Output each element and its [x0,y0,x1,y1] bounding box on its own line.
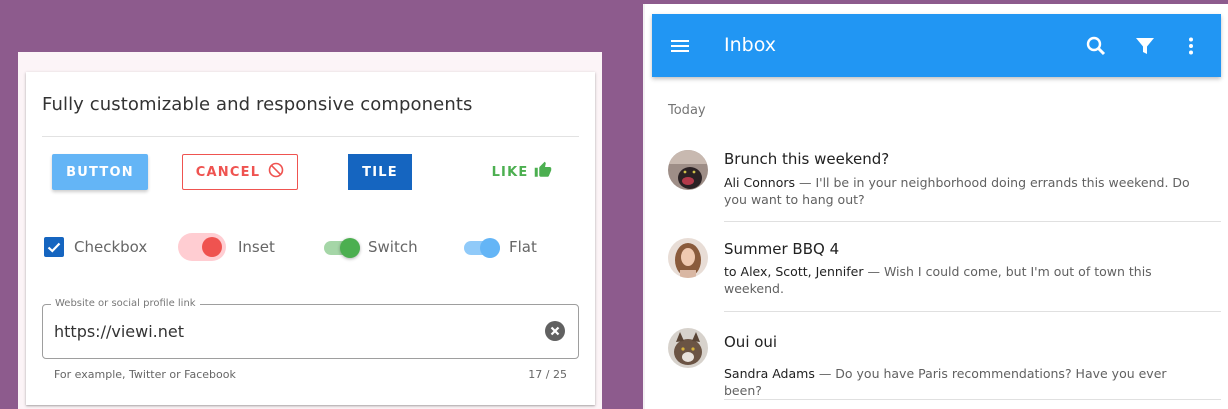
card-divider [42,136,579,137]
field-hint: For example, Twitter or Facebook [54,368,236,381]
message-sender: to Alex, Scott, Jennifer [724,264,864,279]
switch-toggle-thumb [340,238,360,258]
field-counter: 17 / 25 [528,368,567,381]
more-vert-icon[interactable] [1179,34,1203,58]
subheader: Today [668,103,706,118]
avatar [668,150,708,190]
like-button-label: LIKE [491,164,529,180]
block-icon [268,162,284,182]
menu-icon[interactable] [668,34,692,58]
message-sender: Ali Connors [724,175,795,190]
list-divider [724,221,1221,222]
primary-button[interactable]: BUTTON [52,154,148,190]
app-bar: Inbox [652,14,1221,77]
checkbox-label: Checkbox [74,238,148,256]
message-sender: Sandra Adams [724,366,815,381]
flat-switch[interactable] [464,238,500,258]
message-preview: to Alex, Scott, Jennifer — Wish I could … [724,263,1194,297]
list-divider [724,311,1221,312]
message-title: Summer BBQ 4 [724,240,840,258]
thumb-up-icon [534,161,552,183]
search-icon[interactable] [1084,34,1108,58]
tile-button[interactable]: TILE [348,154,412,190]
inset-switch[interactable] [178,233,226,261]
checkbox[interactable] [44,237,64,257]
inset-label: Inset [238,238,275,256]
clear-icon[interactable] [545,321,565,341]
check-icon [47,242,61,253]
website-field[interactable]: Website or social profile link https://v… [42,298,579,359]
controls-row: Checkbox Inset Switch Flat [42,232,595,262]
message-preview: Sandra Adams — Do you have Paris recomme… [724,365,1194,399]
message-title: Oui oui [724,333,778,351]
primary-button-label: BUTTON [66,164,134,180]
avatar [668,328,708,368]
cancel-button[interactable]: CANCEL [182,154,298,190]
card-title: Fully customizable and responsive compon… [42,94,473,115]
flat-label: Flat [509,238,537,256]
tile-button-label: TILE [362,164,398,180]
message-preview: Ali Connors — I'll be in your neighborho… [724,174,1194,208]
flat-switch-thumb [480,238,500,258]
inset-switch-thumb [202,237,222,257]
filter-icon[interactable] [1133,34,1157,58]
switch-toggle[interactable] [324,238,360,258]
avatar [668,238,708,278]
field-legend: Website or social profile link [51,298,200,309]
app-bar-title: Inbox [724,34,776,56]
field-value[interactable]: https://viewi.net [54,322,184,341]
cancel-button-label: CANCEL [195,164,261,180]
components-card: Fully customizable and responsive compon… [26,72,595,405]
list-divider [724,399,1221,400]
message-title: Brunch this weekend? [724,150,890,168]
like-button[interactable]: LIKE [482,154,562,190]
switch-label: Switch [368,238,418,256]
